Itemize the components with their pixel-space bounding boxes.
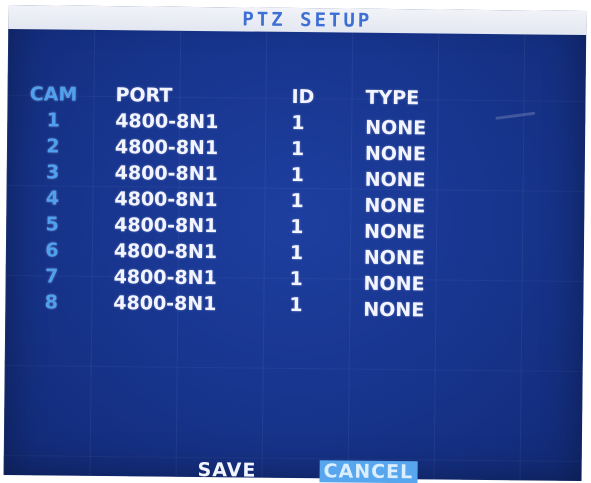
id-field[interactable]: 1: [291, 162, 305, 188]
id-field[interactable]: 1: [289, 266, 303, 292]
id-field[interactable]: 1: [289, 292, 303, 318]
cam-number: 4: [45, 187, 60, 210]
ptz-setup-screen: PTZ SETUP CAM PORT ID TYPE 1 4800-8N1 1 …: [3, 4, 587, 483]
page-title: PTZ SETUP: [242, 8, 373, 32]
footer-actions: SAVE CANCEL: [3, 457, 581, 483]
column-header-id: ID: [291, 85, 315, 109]
id-field[interactable]: 1: [290, 188, 304, 214]
cam-number: 1: [46, 109, 60, 132]
port-field[interactable]: 4800-8N1: [113, 264, 217, 291]
port-field[interactable]: 4800-8N1: [114, 238, 217, 265]
cam-number: 2: [46, 135, 60, 158]
cam-number: 8: [44, 291, 59, 314]
cam-number: 7: [44, 265, 59, 288]
type-field[interactable]: NONE: [364, 219, 425, 246]
cam-number: 3: [45, 161, 60, 184]
save-button[interactable]: SAVE: [196, 459, 259, 482]
id-field[interactable]: 1: [290, 214, 304, 240]
type-field[interactable]: NONE: [364, 245, 425, 272]
id-field[interactable]: 1: [291, 110, 305, 136]
cancel-button[interactable]: CANCEL: [319, 460, 418, 483]
type-field[interactable]: NONE: [365, 115, 426, 142]
title-bar: PTZ SETUP: [8, 4, 587, 36]
type-field[interactable]: NONE: [365, 167, 426, 194]
id-field[interactable]: 1: [291, 136, 305, 162]
type-field[interactable]: NONE: [363, 297, 424, 324]
cam-number: 6: [45, 239, 59, 262]
photo-viewport: PTZ SETUP CAM PORT ID TYPE 1 4800-8N1 1 …: [0, 0, 591, 483]
port-field[interactable]: 4800-8N1: [114, 212, 217, 239]
ptz-table: CAM PORT ID TYPE 1 4800-8N1 1 NONE 2 480…: [21, 81, 427, 321]
column-header-type: TYPE: [365, 86, 420, 110]
type-field[interactable]: NONE: [365, 141, 426, 168]
port-field[interactable]: 4800-8N1: [114, 186, 217, 213]
type-field[interactable]: NONE: [364, 193, 425, 220]
screen-glare: [495, 111, 536, 120]
column-header-cam: CAM: [29, 83, 78, 106]
port-field[interactable]: 4800-8N1: [115, 134, 218, 161]
port-field[interactable]: 4800-8N1: [113, 290, 216, 317]
cam-number: 5: [45, 213, 59, 236]
column-header-port: PORT: [115, 84, 173, 107]
type-field[interactable]: NONE: [363, 271, 424, 298]
port-field[interactable]: 4800-8N1: [115, 160, 218, 187]
port-field[interactable]: 4800-8N1: [115, 108, 218, 135]
id-field[interactable]: 1: [290, 240, 304, 266]
